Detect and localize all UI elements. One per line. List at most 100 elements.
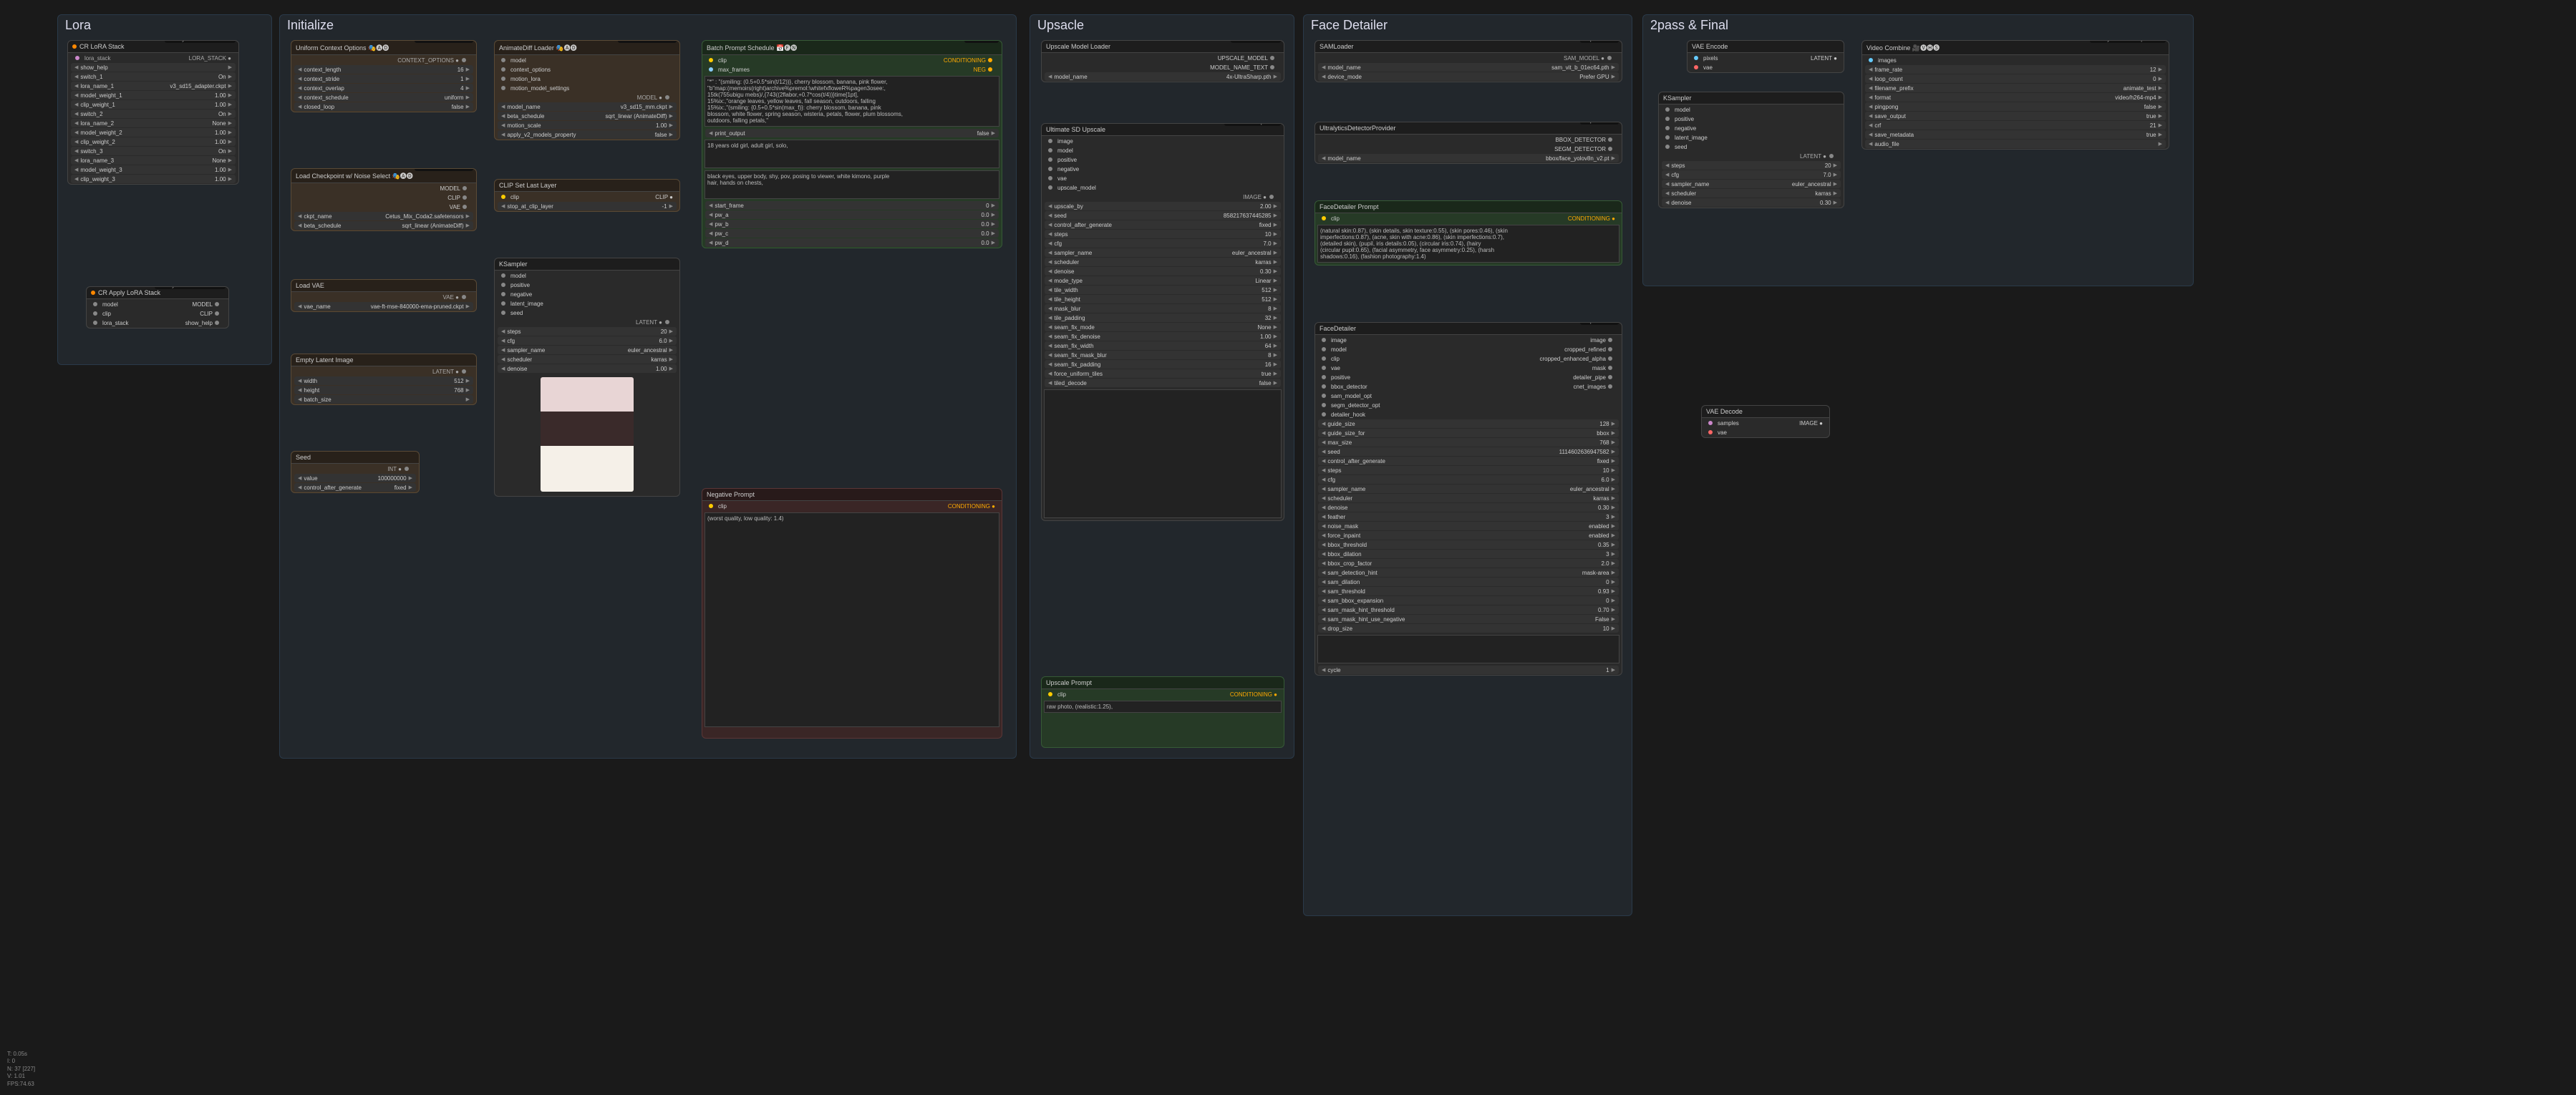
- node-header[interactable]: Uniform Context Options 🎭🅐🅓: [291, 41, 476, 55]
- port-out-UPSCALE_MODEL[interactable]: UPSCALE_MODEL: [1045, 54, 1281, 62]
- widget-control_after_generate[interactable]: ◀control_after_generatefixed▶: [294, 483, 416, 492]
- widget-scheduler[interactable]: ◀schedulerkarras▶: [498, 355, 677, 364]
- widget-cfg[interactable]: ◀cfg6.0▶: [498, 336, 677, 345]
- widget-cfg[interactable]: ◀cfg7.0▶: [1045, 239, 1281, 248]
- port-in-vae[interactable]: vae: [1045, 174, 1281, 182]
- node-header[interactable]: Empty Latent Image: [291, 354, 476, 366]
- node-header[interactable]: CLIP Set Last Layer: [495, 180, 679, 192]
- node-load-checkpoint[interactable]: AnimateDiff Evolved Load Checkpoint w/ N…: [291, 168, 477, 231]
- widget-save_metadata[interactable]: ◀save_metadatatrue▶: [1865, 130, 2166, 139]
- port-in-latent_image[interactable]: latent_image: [1662, 133, 1841, 142]
- prompt-text2[interactable]: 18 years old girl, adult girl, solo,: [704, 140, 999, 168]
- widget-bbox_dilation[interactable]: ◀bbox_dilation3▶: [1318, 550, 1619, 558]
- node-header[interactable]: UltralyticsDetectorProvider: [1315, 122, 1622, 135]
- port-in-seed[interactable]: seed: [498, 308, 677, 317]
- widget-format[interactable]: ◀formatvideo/h264-mp4▶: [1865, 93, 2166, 102]
- node-facedetailer-prompt[interactable]: FaceDetailer Prompt clipCONDITIONING ● (…: [1314, 200, 1622, 266]
- widget-mask_blur[interactable]: ◀mask_blur8▶: [1045, 304, 1281, 313]
- widget-scheduler[interactable]: ◀schedulerkarras▶: [1045, 258, 1281, 266]
- widget-start_frame[interactable]: ◀start_frame0▶: [705, 201, 999, 210]
- node-cr-apply-lora[interactable]: Comfyroll Custom Nodes CR Apply LoRA Sta…: [86, 286, 229, 328]
- node-facedetailer[interactable]: Impact Pack FaceDetailer imageimage mode…: [1314, 322, 1622, 676]
- widget-force_uniform_tiles[interactable]: ◀force_uniform_tilestrue▶: [1045, 369, 1281, 378]
- widget-model_name[interactable]: ◀model_namebbox/face_yolov8n_v2.pt▶: [1318, 154, 1619, 162]
- widget-stop_at_clip_layer[interactable]: ◀stop_at_clip_layer-1▶: [498, 202, 677, 210]
- widget-sam_threshold[interactable]: ◀sam_threshold0.93▶: [1318, 587, 1619, 595]
- widget-vae_name[interactable]: ◀vae_namevae-ft-mse-840000-ema-pruned.ck…: [294, 302, 473, 311]
- node-header[interactable]: KSampler: [495, 258, 679, 271]
- up-text[interactable]: raw photo, (realistic:1.25),: [1044, 701, 1282, 713]
- widget-denoise[interactable]: ◀denoise0.30▶: [1662, 198, 1841, 207]
- widget-closed_loop[interactable]: ◀closed_loopfalse▶: [294, 102, 473, 111]
- widget-sampler_name[interactable]: ◀sampler_nameeuler_ancestral▶: [498, 346, 677, 354]
- node-video-combine[interactable]: ComfyUI-VideoHelperSuite Video Combine 🎥…: [1861, 40, 2169, 150]
- node-header[interactable]: KSampler: [1659, 92, 1844, 104]
- widget-denoise[interactable]: ◀denoise1.00▶: [498, 364, 677, 373]
- widget-clip_weight_3[interactable]: ◀clip_weight_31.00▶: [71, 175, 236, 183]
- widget-apply_v2_models_property[interactable]: ◀apply_v2_models_propertyfalse▶: [498, 130, 677, 139]
- widget-guide_size[interactable]: ◀guide_size128▶: [1318, 419, 1619, 428]
- node-upscale-prompt[interactable]: Upscale Prompt clipCONDITIONING ● raw ph…: [1041, 676, 1284, 748]
- widget-denoise[interactable]: ◀denoise0.30▶: [1318, 503, 1619, 512]
- widget-save_output[interactable]: ◀save_outputtrue▶: [1865, 112, 2166, 120]
- node-header[interactable]: Load VAE: [291, 280, 476, 292]
- widget-scheduler[interactable]: ◀schedulerkarras▶: [1318, 494, 1619, 502]
- widget-clip_weight_2[interactable]: ◀clip_weight_21.00▶: [71, 137, 236, 146]
- widget-cfg[interactable]: ◀cfg7.0▶: [1662, 170, 1841, 179]
- port-in-motion_model_settings[interactable]: motion_model_settings: [498, 84, 677, 92]
- widget-sam_mask_hint_threshold[interactable]: ◀sam_mask_hint_threshold0.70▶: [1318, 605, 1619, 614]
- node-header[interactable]: Negative Prompt: [702, 489, 1002, 501]
- node-animatediff-loader[interactable]: AnimateDiff Evolved AnimateDiff Loader 🎭…: [494, 40, 680, 140]
- widget-width[interactable]: ◀width512▶: [294, 376, 473, 385]
- node-header[interactable]: AnimateDiff Loader 🎭🅐🅓: [495, 41, 679, 55]
- port-in-model[interactable]: model: [498, 56, 677, 64]
- widget-scheduler[interactable]: ◀schedulerkarras▶: [1662, 189, 1841, 198]
- widget-feather[interactable]: ◀feather3▶: [1318, 512, 1619, 521]
- widget-seam_fix_denoise[interactable]: ◀seam_fix_denoise1.00▶: [1045, 332, 1281, 341]
- widget-lora_name_2[interactable]: ◀lora_name_2None▶: [71, 119, 236, 127]
- widget-context_schedule[interactable]: ◀context_scheduleuniform▶: [294, 93, 473, 102]
- port-in-negative[interactable]: negative: [1045, 165, 1281, 173]
- node-header[interactable]: SAMLoader: [1315, 41, 1622, 53]
- widget-show_help[interactable]: ◀show_help▶: [71, 63, 236, 72]
- node-header[interactable]: Video Combine 🎥🅥🅗🅢: [1862, 41, 2169, 55]
- widget-bbox_crop_factor[interactable]: ◀bbox_crop_factor2.0▶: [1318, 559, 1619, 568]
- widget-value[interactable]: ◀value100000000▶: [294, 474, 416, 482]
- widget-context_overlap[interactable]: ◀context_overlap4▶: [294, 84, 473, 92]
- node-batch-prompt-schedule[interactable]: FizzNodes Batch Prompt Schedule 📅🅕🅝 clip…: [702, 40, 1002, 248]
- widget-seam_fix_width[interactable]: ◀seam_fix_width64▶: [1045, 341, 1281, 350]
- widget-force_inpaint[interactable]: ◀force_inpaintenabled▶: [1318, 531, 1619, 540]
- node-header[interactable]: Batch Prompt Schedule 📅🅕🅝: [702, 41, 1002, 55]
- widget-tile_width[interactable]: ◀tile_width512▶: [1045, 286, 1281, 294]
- widget-control_after_generate[interactable]: ◀control_after_generatefixed▶: [1045, 220, 1281, 229]
- widget-ckpt_name[interactable]: ◀ckpt_nameCetus_Mix_Coda2.safetensors▶: [294, 212, 473, 220]
- widget-frame_rate[interactable]: ◀frame_rate12▶: [1865, 65, 2166, 74]
- node-ksampler-1[interactable]: KSampler modelpositivenegativelatent_ima…: [494, 258, 680, 497]
- widget-bbox_threshold[interactable]: ◀bbox_threshold0.35▶: [1318, 540, 1619, 549]
- widget-lora_name_3[interactable]: ◀lora_name_3None▶: [71, 156, 236, 165]
- node-empty-latent[interactable]: Empty Latent Image LATENT ● ◀width512▶◀h…: [291, 354, 477, 405]
- widget-sam_bbox_expansion[interactable]: ◀sam_bbox_expansion0▶: [1318, 596, 1619, 605]
- widget-beta_schedule[interactable]: ◀beta_schedulesqrt_linear (AnimateDiff)▶: [498, 112, 677, 120]
- widget-switch_2[interactable]: ◀switch_2On▶: [71, 110, 236, 118]
- node-load-vae[interactable]: Load VAE VAE ● ◀vae_namevae-ft-mse-84000…: [291, 279, 477, 312]
- widget-model_weight_2[interactable]: ◀model_weight_21.00▶: [71, 128, 236, 137]
- widget-sam_dilation[interactable]: ◀sam_dilation0▶: [1318, 578, 1619, 586]
- node-uniform-context[interactable]: AnimateDiff Evolved Uniform Context Opti…: [291, 40, 477, 112]
- node-samloader[interactable]: Impact Pack SAMLoader SAM_MODEL ● ◀model…: [1314, 40, 1622, 82]
- widget-switch_1[interactable]: ◀switch_1On▶: [71, 72, 236, 81]
- widget-steps[interactable]: ◀steps10▶: [1045, 230, 1281, 238]
- node-header[interactable]: Seed: [291, 452, 419, 464]
- node-ultralytics-detector[interactable]: Impact Pack UltralyticsDetectorProvider …: [1314, 122, 1622, 164]
- widget-mode_type[interactable]: ◀mode_typeLinear▶: [1045, 276, 1281, 285]
- node-vae-decode[interactable]: VAE Decode samplesIMAGE ● vae: [1701, 405, 1830, 438]
- widget-loop_count[interactable]: ◀loop_count0▶: [1865, 74, 2166, 83]
- widget-crf[interactable]: ◀crf21▶: [1865, 121, 2166, 130]
- node-cr-lora-stack[interactable]: Comfyroll Custom Nodes CR LoRA Stack lor…: [67, 40, 239, 185]
- port-in-positive[interactable]: positive: [1045, 155, 1281, 164]
- neg-text[interactable]: (worst quality, low quality: 1.4): [704, 512, 999, 727]
- widget-seam_fix_padding[interactable]: ◀seam_fix_padding16▶: [1045, 360, 1281, 369]
- node-vae-encode[interactable]: VAE Encode pixelsLATENT ● vae: [1687, 40, 1844, 73]
- port-in-positive[interactable]: positive: [1662, 115, 1841, 123]
- widget-upscale_by[interactable]: ◀upscale_by2.00▶: [1045, 202, 1281, 210]
